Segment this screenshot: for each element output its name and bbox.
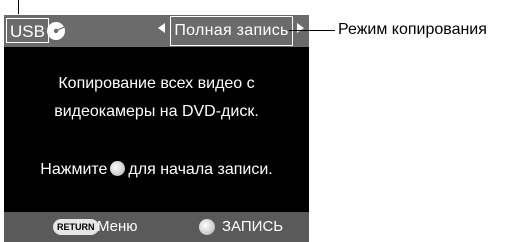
usb-indicator: USB: [6, 18, 49, 43]
camcorder-screen: USB Полная запись Копирование всех видео…: [4, 15, 309, 242]
copy-mode-callout-label: Режим копирования: [338, 21, 487, 38]
rec-label[interactable]: ЗАПИСЬ: [222, 218, 283, 236]
top-status-bar: USB Полная запись: [4, 15, 309, 47]
message-line-1: Копирование всех видео с: [58, 75, 255, 92]
message-line-3-after: для начала записи.: [128, 161, 273, 178]
return-key-icon[interactable]: RETURN: [53, 219, 99, 235]
dvd-disc-icon: [47, 22, 65, 40]
mode-next-arrow-icon[interactable]: [297, 23, 304, 33]
message-line-2: видеокамеры на DVD-диск.: [54, 103, 259, 120]
bottom-control-bar: RETURN Меню ЗАПИСЬ: [4, 212, 309, 242]
mode-prev-arrow-icon[interactable]: [158, 23, 165, 33]
message-line-3: Нажмите для начала записи.: [4, 159, 309, 181]
rec-button-icon[interactable]: [199, 219, 215, 235]
record-button-icon: [110, 161, 126, 176]
usb-callout-leader: [18, 0, 19, 14]
message-line-3-before: Нажмите: [40, 161, 108, 178]
copy-mode-selector[interactable]: Полная запись: [170, 16, 293, 46]
copy-mode-callout-line: [289, 30, 335, 31]
menu-label[interactable]: Меню: [97, 218, 138, 236]
